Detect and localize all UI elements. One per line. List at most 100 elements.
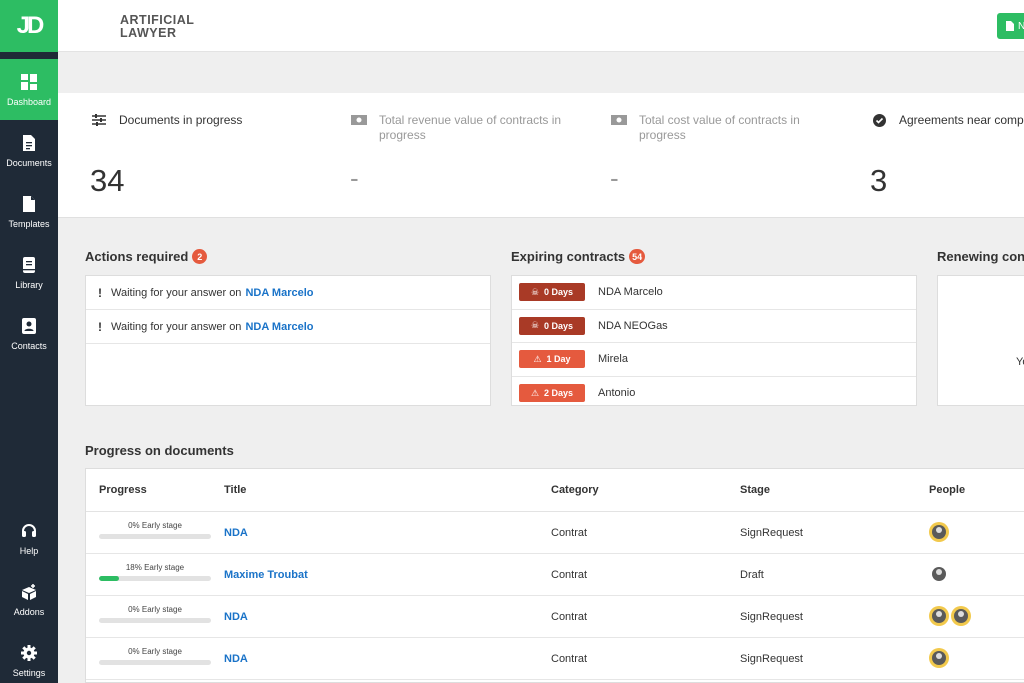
document-link[interactable]: NDA Marcelo — [245, 321, 313, 333]
actions-required-card: ! Waiting for your answer on NDA Marcelo… — [85, 275, 491, 406]
sliders-icon — [90, 113, 108, 127]
check-circle-icon — [870, 113, 888, 127]
table-row[interactable]: 18% Early stage Maxime Troubat Contrat D… — [86, 554, 1024, 596]
template-icon — [20, 195, 38, 213]
contacts-icon — [20, 317, 38, 335]
column-header-category[interactable]: Category — [551, 484, 599, 496]
count-badge: 54 — [629, 249, 646, 264]
addons-icon — [20, 583, 38, 601]
days-badge: ☠ 0 Days — [519, 316, 585, 335]
stat-agreements-near-complete: Agreements near complet 3 — [870, 93, 1024, 218]
column-header-stage[interactable]: Stage — [740, 484, 770, 496]
progress-indicator: 0% Early stage — [99, 605, 211, 623]
avatar[interactable] — [951, 606, 971, 626]
sidebar-item-documents[interactable]: Documents — [0, 120, 58, 181]
column-header-title[interactable]: Title — [224, 484, 246, 496]
list-item: ! Waiting for your answer on NDA Marcelo — [86, 310, 490, 344]
sidebar-item-templates[interactable]: Templates — [0, 181, 58, 242]
people-cell — [929, 564, 951, 584]
sidebar-item-library[interactable]: Library — [0, 242, 58, 303]
stats-panel: Documents in progress 34 Total revenue v… — [58, 93, 1024, 218]
sidebar-item-addons[interactable]: Addons — [0, 569, 58, 630]
sidebar-item-label: Settings — [12, 667, 46, 678]
list-item[interactable]: ☠ 0 Days NDA NEOGas — [512, 310, 916, 343]
exclamation-icon: ! — [98, 285, 102, 300]
stage-cell: SignRequest — [740, 653, 803, 665]
warning-icon: ⚠ — [530, 387, 540, 398]
sidebar-item-dashboard[interactable]: Dashboard — [0, 59, 58, 120]
warning-icon: ⚠ — [533, 353, 542, 364]
document-icon — [20, 134, 38, 152]
sidebar-item-label: Library — [15, 279, 43, 290]
category-cell: Contrat — [551, 569, 588, 581]
avatar[interactable] — [929, 522, 949, 542]
sidebar-item-label: Documents — [6, 157, 52, 168]
table-header: Progress Title Category Stage People — [86, 469, 1024, 512]
document-title-link[interactable]: NDA — [224, 527, 248, 539]
document-title-link[interactable]: Maxime Troubat — [224, 569, 308, 581]
stat-value: - — [350, 163, 359, 193]
document-link[interactable]: NDA Marcelo — [245, 287, 313, 299]
brand-name: ARTIFICIAL LAWYER — [120, 13, 195, 40]
avatar[interactable] — [929, 564, 949, 584]
sidebar-item-help[interactable]: Help — [0, 508, 58, 569]
dashboard-icon — [20, 73, 38, 91]
list-item: ! Waiting for your answer on NDA Marcelo — [86, 276, 490, 310]
money-icon — [610, 113, 628, 127]
sidebar-item-label: Contacts — [11, 340, 47, 351]
list-item[interactable]: ☠ 0 Days NDA Marcelo — [512, 276, 916, 310]
sidebar: JD Dashboard Documents Templates Library… — [0, 0, 58, 683]
sidebar-item-label: Dashboard — [6, 96, 52, 107]
new-document-button[interactable]: N — [997, 13, 1024, 39]
actions-required-title: Actions required 2 — [85, 249, 208, 264]
sidebar-item-contacts[interactable]: Contacts — [0, 303, 58, 364]
skull-icon: ☠ — [530, 286, 540, 297]
gear-icon — [20, 644, 38, 662]
stat-value: 34 — [90, 163, 125, 198]
column-header-progress[interactable]: Progress — [99, 484, 147, 496]
sidebar-item-settings[interactable]: Settings — [0, 630, 58, 683]
list-item[interactable]: ⚠ 2 Days Antonio — [512, 377, 916, 411]
people-cell — [929, 606, 973, 626]
app-logo[interactable]: JD — [0, 0, 58, 52]
progress-indicator: 0% Early stage — [99, 521, 211, 539]
stat-documents-in-progress: Documents in progress 34 — [90, 93, 330, 218]
column-header-people[interactable]: People — [929, 484, 965, 496]
stat-total-cost: Total cost value of contracts in progres… — [610, 93, 850, 218]
progress-title: Progress on documents — [85, 443, 234, 458]
stat-value: - — [610, 163, 619, 193]
progress-fill — [99, 576, 120, 581]
table-row[interactable]: 0% Early stage NDA Contrat SignRequest — [86, 596, 1024, 638]
expiring-contracts-title: Expiring contracts 54 — [511, 249, 646, 264]
progress-indicator: 18% Early stage — [99, 563, 211, 581]
stat-label: Documents in progress — [119, 113, 243, 127]
stat-label: Total cost value of contracts in progres… — [639, 113, 800, 142]
library-icon — [20, 256, 38, 274]
people-cell — [929, 648, 951, 668]
document-title-link[interactable]: NDA — [224, 653, 248, 665]
avatar[interactable] — [929, 606, 949, 626]
stage-cell: SignRequest — [740, 527, 803, 539]
days-badge: ⚠ 2 Days — [519, 384, 585, 403]
list-item[interactable]: ⚠ 1 Day Mirela — [512, 343, 916, 377]
progress-indicator: 0% Early stage — [99, 647, 211, 665]
days-badge: ⚠ 1 Day — [519, 350, 585, 369]
renewing-contracts-card: Yo — [937, 275, 1024, 406]
category-cell: Contrat — [551, 527, 588, 539]
sidebar-item-label: Addons — [13, 606, 45, 617]
money-icon — [350, 113, 368, 127]
document-title-link[interactable]: NDA — [224, 611, 248, 623]
stat-label: Total revenue value of contracts in prog… — [379, 113, 562, 142]
avatar[interactable] — [929, 648, 949, 668]
stage-cell: Draft — [740, 569, 764, 581]
stat-value: 3 — [870, 163, 888, 198]
headset-icon — [20, 522, 38, 540]
table-row[interactable]: 0% Early stage NDA Contrat SignRequest — [86, 512, 1024, 554]
stat-total-revenue: Total revenue value of contracts in prog… — [350, 93, 590, 218]
sidebar-item-label: Templates — [8, 218, 50, 229]
category-cell: Contrat — [551, 653, 588, 665]
stat-label: Agreements near complet — [899, 113, 1024, 127]
people-cell — [929, 522, 951, 542]
table-row[interactable]: 0% Early stage NDA Contrat SignRequest — [86, 638, 1024, 680]
expiring-contracts-card: ☠ 0 Days NDA Marcelo ☠ 0 Days NDA NEOGas ⚠… — [511, 275, 917, 406]
